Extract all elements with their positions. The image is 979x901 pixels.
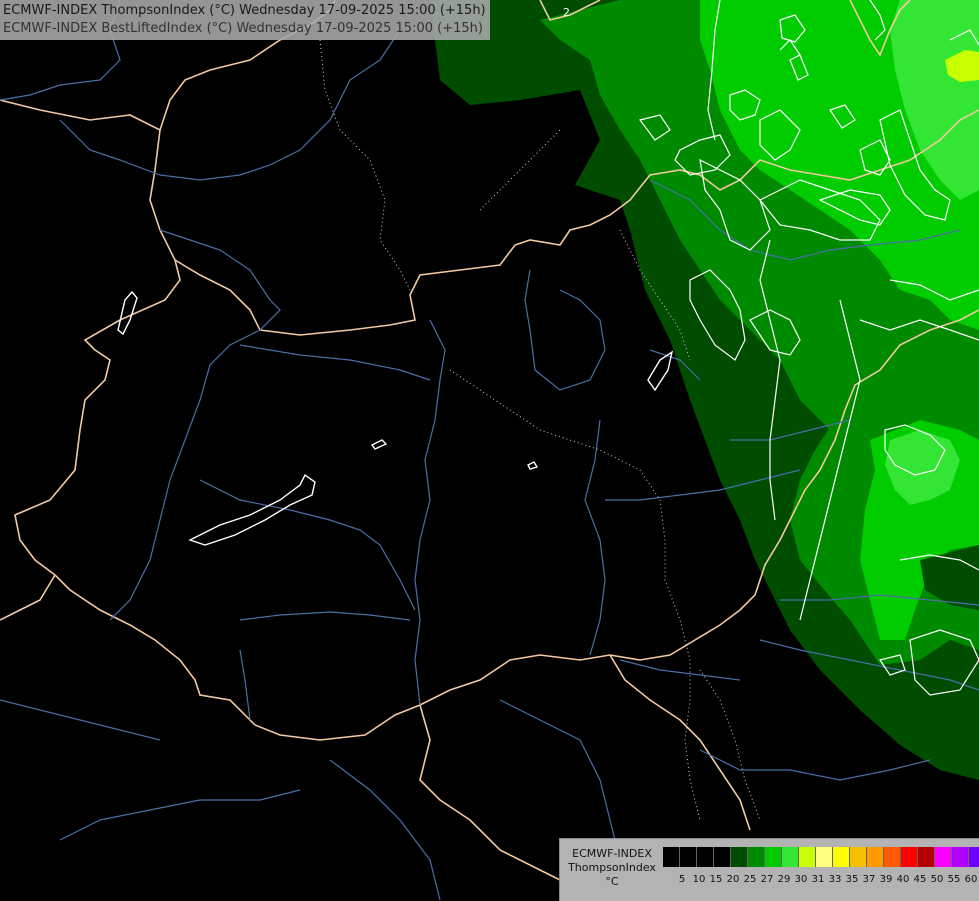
- legend-swatch: [799, 847, 816, 867]
- legend-tick-label: 10: [692, 874, 706, 885]
- legend-parameter: ThompsonIndex: [568, 861, 656, 874]
- legend-swatch: [935, 847, 952, 867]
- legend-tick-label: 39: [879, 874, 893, 885]
- weather-map: 2: [0, 0, 979, 900]
- legend-tick-label: 55: [947, 874, 961, 885]
- legend-tick-label: 37: [862, 874, 876, 885]
- legend-swatch: [884, 847, 901, 867]
- legend-swatch: [765, 847, 782, 867]
- color-legend: ECMWF-INDEX ThompsonIndex °C 5 10 15 20 25 27…: [559, 838, 979, 901]
- legend-swatch: [918, 847, 935, 867]
- legend-swatch: [833, 847, 850, 867]
- legend-tick-label: 40: [896, 874, 910, 885]
- legend-swatch: [901, 847, 918, 867]
- legend-swatch: [867, 847, 884, 867]
- legend-title: ECMWF-INDEX ThompsonIndex °C: [564, 847, 660, 889]
- legend-tick-label: 29: [777, 874, 791, 885]
- legend-swatch: [952, 847, 969, 867]
- legend-swatch: [714, 847, 731, 867]
- legend-tick-label: 50: [930, 874, 944, 885]
- legend-swatch: [680, 847, 697, 867]
- legend-swatch: [816, 847, 833, 867]
- legend-tick-label: 20: [726, 874, 740, 885]
- legend-swatch: [663, 847, 680, 867]
- legend-tick-label: 5: [678, 874, 686, 885]
- legend-tick-label: 27: [760, 874, 774, 885]
- legend-swatch: [697, 847, 714, 867]
- title-best-lifted-index: ECMWF-INDEX BestLiftedIndex (°C) Wednesd…: [3, 21, 483, 36]
- legend-model: ECMWF-INDEX: [572, 847, 652, 860]
- legend-swatch: [748, 847, 765, 867]
- legend-swatch: [731, 847, 748, 867]
- legend-unit: °C: [605, 875, 619, 888]
- legend-tick-label: 45: [913, 874, 927, 885]
- legend-swatch: [782, 847, 799, 867]
- legend-swatches: [663, 847, 979, 867]
- legend-tick-label: 15: [709, 874, 723, 885]
- legend-tick-label: 60: [964, 874, 978, 885]
- legend-swatch: [850, 847, 867, 867]
- map-title-box: ECMWF-INDEX ThompsonIndex (°C) Wednesday…: [0, 0, 490, 40]
- legend-tick-label: 33: [828, 874, 842, 885]
- title-thompson-index: ECMWF-INDEX ThompsonIndex (°C) Wednesday…: [3, 3, 486, 18]
- legend-tick-label: 31: [811, 874, 825, 885]
- legend-swatch: [969, 847, 979, 867]
- legend-tick-label: 25: [743, 874, 757, 885]
- contour-label: 2: [563, 6, 570, 19]
- legend-tick-label: 30: [794, 874, 808, 885]
- legend-tick-label: 35: [845, 874, 859, 885]
